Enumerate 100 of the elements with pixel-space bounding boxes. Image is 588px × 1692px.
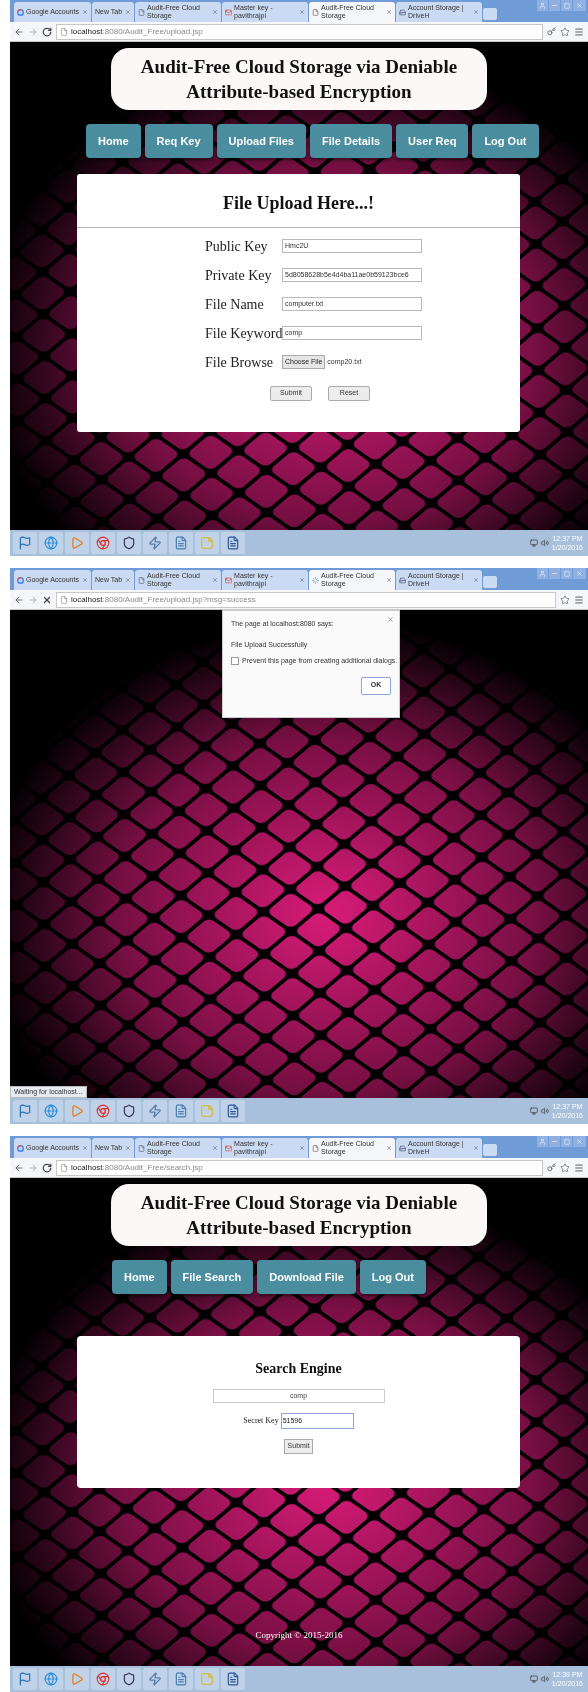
close-icon[interactable] xyxy=(125,577,132,583)
taskbar-button[interactable] xyxy=(221,532,245,554)
minimize-button[interactable] xyxy=(549,568,560,579)
nav-button[interactable]: File Search xyxy=(170,1260,254,1294)
checkbox[interactable] xyxy=(231,657,239,666)
close-icon[interactable] xyxy=(125,1145,132,1151)
close-icon[interactable] xyxy=(299,577,306,583)
shield-icon xyxy=(122,536,136,550)
network-icon[interactable] xyxy=(529,1675,538,1683)
play-icon xyxy=(70,1104,84,1118)
copyright-text: Copyright © 2015-2016 xyxy=(254,1628,344,1642)
close-button[interactable] xyxy=(573,1136,586,1147)
close-icon[interactable] xyxy=(387,616,394,623)
menu-icon[interactable] xyxy=(574,1162,584,1173)
taskbar-button[interactable] xyxy=(91,1668,115,1690)
close-icon[interactable] xyxy=(212,577,219,583)
mail-icon xyxy=(225,8,233,16)
back-icon[interactable] xyxy=(14,594,24,605)
user-icon xyxy=(539,1138,546,1145)
close-icon[interactable] xyxy=(81,1145,88,1151)
key-icon[interactable] xyxy=(547,27,556,36)
close-icon[interactable] xyxy=(81,577,88,583)
nav-button[interactable]: File Details xyxy=(310,124,393,158)
minimize-button[interactable] xyxy=(549,0,560,11)
menu-icon[interactable] xyxy=(574,594,584,605)
taskbar-button[interactable] xyxy=(221,1100,245,1122)
taskbar-button[interactable] xyxy=(91,532,115,554)
bookmark-star-icon[interactable] xyxy=(560,26,570,37)
maximize-button[interactable] xyxy=(561,568,572,579)
minimize-button[interactable] xyxy=(549,1136,560,1147)
taskbar-button[interactable] xyxy=(91,1100,115,1122)
close-icon[interactable] xyxy=(386,9,393,15)
page-icon xyxy=(60,595,68,604)
new-tab-button[interactable] xyxy=(483,8,498,20)
user-button[interactable] xyxy=(537,1136,548,1147)
reload-icon[interactable] xyxy=(42,26,52,37)
taskbar-button[interactable] xyxy=(143,1668,167,1690)
close-icon[interactable] xyxy=(299,9,306,15)
nav-button[interactable]: Log Out xyxy=(472,124,539,158)
speaker-icon[interactable] xyxy=(540,1675,549,1683)
close-icon xyxy=(576,1138,583,1145)
close-button[interactable] xyxy=(573,0,586,11)
new-tab-button[interactable] xyxy=(483,576,498,588)
nav-button[interactable]: Home xyxy=(86,124,141,158)
back-icon[interactable] xyxy=(14,26,24,37)
chrome-circle-icon xyxy=(96,1672,110,1686)
taskbar-button[interactable] xyxy=(221,1668,245,1690)
word-document-icon xyxy=(226,536,240,550)
key-icon[interactable] xyxy=(547,1163,556,1172)
taskbar-button[interactable] xyxy=(143,1100,167,1122)
close-icon[interactable] xyxy=(386,1145,393,1151)
address-field[interactable]: localhost:8080/Audit_Free/search.jsp xyxy=(56,1159,543,1176)
address-field[interactable]: localhost:8080/Audit_Free/upload.jsp xyxy=(56,23,543,40)
menu-icon[interactable] xyxy=(574,26,584,37)
bookmark-star-icon[interactable] xyxy=(560,1162,570,1173)
taskbar-button[interactable] xyxy=(117,1100,141,1122)
network-icon[interactable] xyxy=(529,1107,538,1115)
speaker-icon[interactable] xyxy=(540,539,549,547)
nav-button[interactable]: User Req xyxy=(396,124,469,158)
user-button[interactable] xyxy=(537,568,548,579)
site-title: Audit-Free Cloud Storage via Deniable Attribute-based Encryption xyxy=(111,1184,487,1246)
field-label: File Name xyxy=(205,295,265,314)
url-text: localhost:8080/Audit_Free/upload.jsp?msg=success xyxy=(71,593,256,606)
reload-icon[interactable] xyxy=(42,1162,52,1173)
user-button[interactable] xyxy=(537,0,548,11)
nav-button[interactable]: Req Key xyxy=(144,124,213,158)
taskbar-button[interactable] xyxy=(117,1668,141,1690)
taskbar-button[interactable] xyxy=(13,532,37,554)
shield-icon xyxy=(122,1104,136,1118)
user-icon xyxy=(539,2,546,9)
close-icon[interactable] xyxy=(212,9,219,15)
close-icon[interactable] xyxy=(473,1145,480,1151)
taskbar-button[interactable] xyxy=(117,532,141,554)
nav-button[interactable]: Upload Files xyxy=(216,124,306,158)
network-icon[interactable] xyxy=(529,539,538,547)
address-field[interactable]: localhost:8080/Audit_Free/upload.jsp?msg=success xyxy=(56,591,556,608)
back-icon[interactable] xyxy=(14,1162,24,1173)
nav-button[interactable]: Download File xyxy=(257,1260,356,1294)
close-icon[interactable] xyxy=(125,9,132,15)
close-icon[interactable] xyxy=(81,9,88,15)
close-icon[interactable] xyxy=(212,1145,219,1151)
close-icon[interactable] xyxy=(473,9,480,15)
taskbar-button[interactable] xyxy=(13,1100,37,1122)
bookmark-star-icon[interactable] xyxy=(560,594,570,605)
close-icon[interactable] xyxy=(473,577,480,583)
close-button[interactable] xyxy=(573,568,586,579)
speaker-icon[interactable] xyxy=(540,1107,549,1115)
new-tab-button[interactable] xyxy=(483,1144,498,1156)
page-icon xyxy=(312,8,320,16)
field-label: Public Key xyxy=(205,237,269,256)
maximize-button[interactable] xyxy=(561,1136,572,1147)
stop-icon[interactable] xyxy=(42,594,52,605)
close-icon[interactable] xyxy=(299,1145,306,1151)
maximize-button[interactable] xyxy=(561,0,572,11)
taskbar-button[interactable] xyxy=(13,1668,37,1690)
nav-button[interactable]: Log Out xyxy=(359,1260,426,1294)
loading-spinner-icon xyxy=(312,576,320,584)
taskbar-button[interactable] xyxy=(143,532,167,554)
nav-button[interactable]: Home xyxy=(112,1260,167,1294)
close-icon[interactable] xyxy=(386,577,393,583)
